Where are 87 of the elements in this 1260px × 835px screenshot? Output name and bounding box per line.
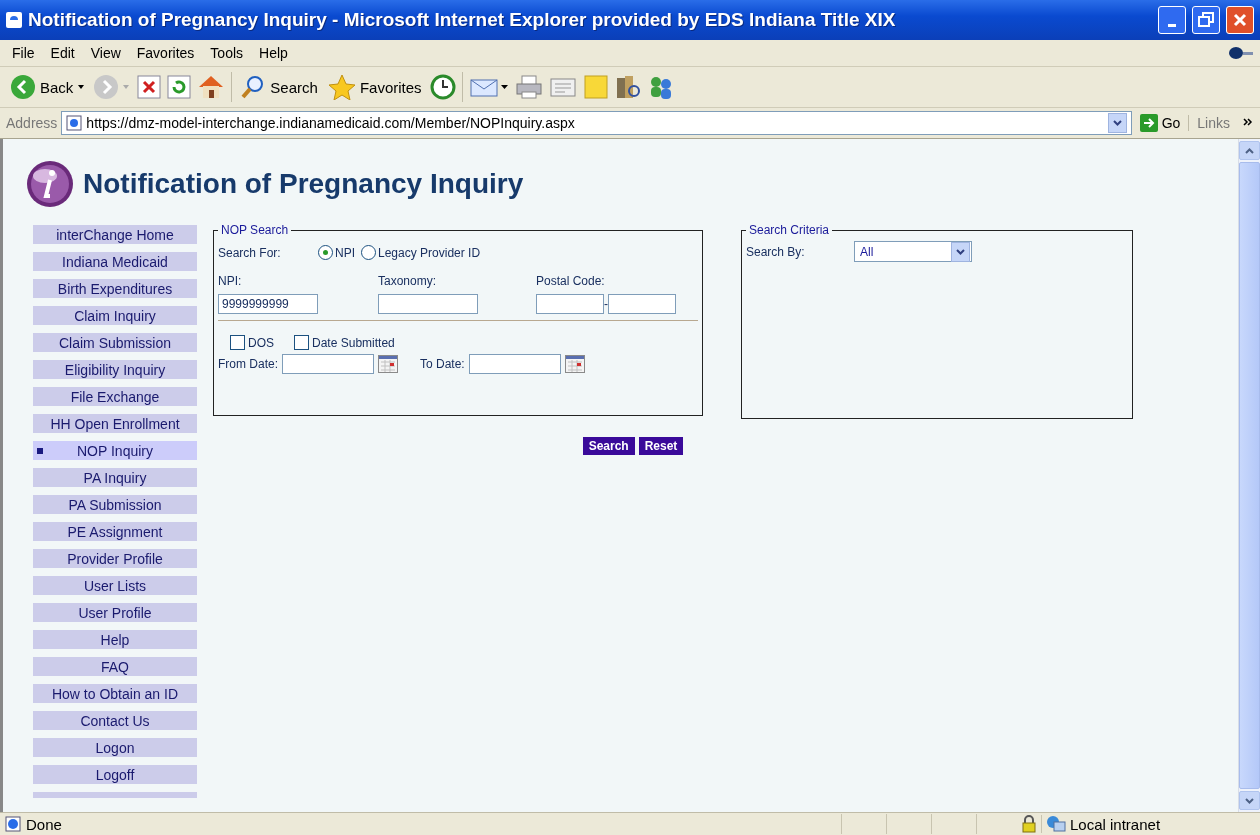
page-icon bbox=[66, 115, 83, 131]
sidebar-link[interactable]: User Lists bbox=[33, 576, 197, 595]
sidebar-link[interactable]: FAQ bbox=[33, 657, 197, 676]
refresh-icon[interactable] bbox=[167, 75, 192, 99]
sidebar-link[interactable]: PE Assignment bbox=[33, 522, 197, 541]
maximize-button[interactable] bbox=[1192, 6, 1220, 34]
checkbox-option[interactable]: DOS bbox=[230, 335, 274, 350]
search-button[interactable]: Search bbox=[238, 72, 320, 102]
sidebar-link[interactable]: Indiana Medicaid bbox=[33, 252, 197, 271]
sidebar-link[interactable]: Birth Expenditures bbox=[33, 279, 197, 298]
close-button[interactable] bbox=[1226, 6, 1254, 34]
sidebar-link[interactable]: How to Obtain an ID bbox=[33, 684, 197, 703]
menu-item[interactable]: File bbox=[6, 43, 41, 63]
sidebar-link[interactable]: Logoff bbox=[33, 765, 197, 784]
page-title: Notification of Pregnancy Inquiry bbox=[83, 168, 524, 200]
sidebar-link[interactable]: interChange Home bbox=[33, 225, 197, 244]
restore-icon bbox=[1198, 12, 1214, 28]
close-icon bbox=[1232, 12, 1248, 28]
to-date-field[interactable] bbox=[468, 354, 561, 374]
checkbox-option[interactable]: Date Submitted bbox=[294, 335, 395, 350]
from-date-field[interactable] bbox=[282, 354, 374, 374]
sidebar-link[interactable]: Provider Profile bbox=[33, 549, 197, 568]
go-button[interactable]: Go bbox=[1135, 114, 1185, 132]
menu-item[interactable]: Help bbox=[253, 43, 294, 63]
stop-icon[interactable] bbox=[137, 75, 162, 99]
panel-legend: NOP Search bbox=[218, 223, 292, 237]
history-icon[interactable] bbox=[429, 74, 456, 100]
form-button[interactable]: Reset bbox=[638, 437, 684, 455]
star-icon bbox=[327, 74, 356, 100]
calendar-icon[interactable] bbox=[378, 355, 398, 373]
npi-field[interactable]: 9999999999 bbox=[218, 294, 318, 314]
favorites-button[interactable]: Favorites bbox=[325, 72, 424, 102]
caret-icon bbox=[77, 83, 86, 91]
minimize-button[interactable] bbox=[1158, 6, 1186, 34]
zone-text: Local intranet bbox=[1070, 815, 1161, 833]
caret-icon bbox=[956, 248, 965, 255]
sidebar-link[interactable]: Help bbox=[33, 630, 197, 649]
sidebar-link[interactable]: Claim Submission bbox=[33, 333, 197, 352]
radio-option[interactable]: Legacy Provider ID bbox=[361, 245, 481, 260]
sidebar-link[interactable]: HH Open Enrollment bbox=[33, 414, 197, 433]
status-text: Done bbox=[26, 815, 63, 833]
printer-icon[interactable] bbox=[514, 74, 543, 100]
sidebar-link[interactable]: Logon bbox=[33, 738, 197, 757]
sidebar-link[interactable]: Contact Us bbox=[33, 711, 197, 730]
field-label: Search By: bbox=[746, 244, 806, 259]
lock-icon bbox=[1021, 815, 1037, 833]
taxonomy-field[interactable] bbox=[378, 294, 478, 314]
field-label: Postal Code: bbox=[536, 274, 605, 288]
menu-item[interactable]: Tools bbox=[204, 43, 250, 63]
field-label: From Date: bbox=[218, 357, 278, 371]
sidebar-link[interactable]: NOP Inquiry bbox=[33, 441, 197, 460]
minimize-icon bbox=[1168, 23, 1176, 27]
info-logo-icon bbox=[25, 160, 75, 208]
address-field[interactable]: https://dmz-model-interchange.indianamedicaid.com/Member/NOPInquiry.aspx bbox=[61, 111, 1132, 135]
sidebar-link[interactable]: PA Inquiry bbox=[33, 468, 197, 487]
scroll-up-icon[interactable] bbox=[1245, 147, 1254, 154]
sidebar-link[interactable]: File Exchange bbox=[33, 387, 197, 406]
sidebar-link[interactable]: Eligibility Inquiry bbox=[33, 360, 197, 379]
field-label: Taxonomy: bbox=[378, 274, 438, 288]
menu-item[interactable]: Favorites bbox=[130, 43, 201, 63]
page-icon bbox=[4, 815, 22, 833]
radio-option[interactable]: NPI bbox=[318, 245, 355, 260]
address-label: Address bbox=[6, 115, 58, 131]
network-icon bbox=[1046, 815, 1066, 833]
research-icon[interactable] bbox=[614, 74, 641, 100]
menu-item[interactable]: View bbox=[84, 43, 127, 63]
menu-item[interactable]: Edit bbox=[44, 43, 81, 63]
panel-legend: Search Criteria bbox=[746, 223, 833, 237]
scrollbar[interactable] bbox=[1238, 139, 1260, 812]
postal-code-field[interactable] bbox=[536, 294, 604, 314]
links-button[interactable]: Links bbox=[1188, 115, 1238, 131]
sidebar-link[interactable]: User Profile bbox=[33, 603, 197, 622]
window-title: Notification of Pregnancy Inquiry - Microsoft Internet Explorer provided by EDS Indiana Title XIX bbox=[28, 9, 897, 31]
sidebar-link[interactable]: Claim Inquiry bbox=[33, 306, 197, 325]
field-label: Search For: bbox=[218, 245, 282, 260]
postal-extension-field[interactable] bbox=[608, 294, 676, 314]
field-label: To Date: bbox=[420, 357, 465, 371]
calendar-icon[interactable] bbox=[564, 355, 585, 373]
window-icon bbox=[6, 12, 22, 28]
scroll-down-icon[interactable] bbox=[1245, 797, 1254, 804]
form-button[interactable]: Search bbox=[582, 437, 635, 455]
separator: - bbox=[604, 297, 608, 311]
sidebar-link[interactable]: PA Submission bbox=[33, 495, 197, 514]
field-label: NPI: bbox=[218, 274, 243, 288]
search-by-dropdown[interactable]: All bbox=[854, 241, 972, 262]
brand-logo-icon bbox=[1228, 46, 1254, 60]
back-button[interactable]: Back bbox=[8, 72, 88, 102]
